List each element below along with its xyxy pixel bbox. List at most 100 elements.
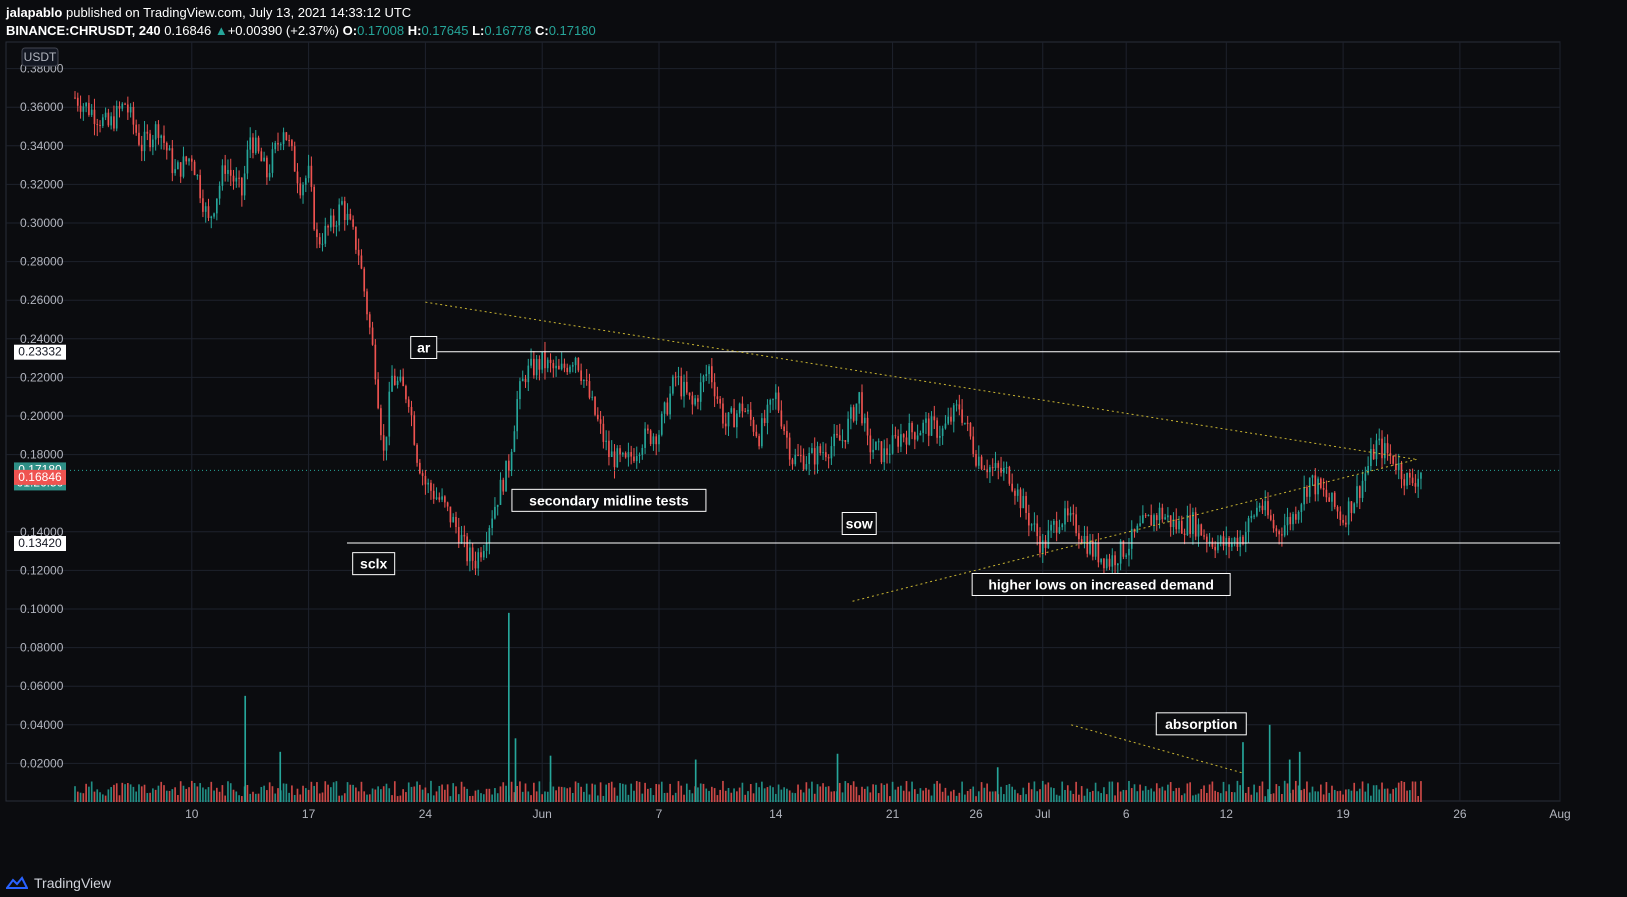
- candle-body: [352, 219, 354, 227]
- candle-body: [1406, 472, 1408, 486]
- plot-area[interactable]: [5, 41, 1561, 802]
- candle-body: [749, 409, 752, 420]
- volume-bar: [1236, 780, 1239, 802]
- candle-body: [90, 109, 93, 115]
- annotation-label: sclx: [360, 556, 387, 572]
- candle-body: [435, 497, 438, 499]
- candle-body: [716, 396, 719, 399]
- volume-bar: [349, 784, 352, 802]
- volume-bar: [199, 783, 201, 802]
- candle-body: [179, 162, 182, 177]
- candle-body: [752, 419, 755, 432]
- volume-bar: [466, 788, 468, 802]
- candle-body: [241, 177, 243, 196]
- volume-bar: [1189, 782, 1191, 802]
- volume-bar: [1058, 795, 1061, 802]
- volume-bar: [863, 788, 866, 802]
- volume-bar: [533, 782, 535, 802]
- candle-body: [407, 399, 410, 407]
- volume-bar: [274, 793, 277, 802]
- volume-bar: [1208, 784, 1211, 802]
- volume-bar: [1247, 786, 1250, 802]
- volume-bar: [602, 795, 605, 802]
- volume-bar: [282, 783, 285, 802]
- volume-bar: [1016, 793, 1019, 802]
- candle-body: [313, 186, 315, 230]
- candle-body: [1041, 540, 1044, 553]
- candle-body: [766, 404, 769, 423]
- candle-body: [738, 403, 741, 414]
- volume-bar: [1333, 789, 1336, 802]
- candle-body: [330, 215, 332, 228]
- price-chart[interactable]: 0.380000.360000.340000.320000.300000.280…: [0, 0, 1627, 897]
- candle-body: [872, 449, 874, 453]
- candle-body: [794, 454, 797, 465]
- candle-body: [891, 435, 894, 454]
- candle-body: [1097, 543, 1100, 563]
- candle-body: [947, 416, 950, 424]
- candle-body: [430, 482, 432, 491]
- volume-bar: [441, 784, 443, 802]
- volume-bar: [1303, 788, 1305, 802]
- volume-spike: [1288, 759, 1291, 802]
- candle-body: [802, 455, 805, 470]
- volume-bar: [121, 782, 124, 802]
- volume-bar: [318, 793, 321, 802]
- candle-body: [583, 380, 585, 382]
- volume-bar: [1094, 782, 1097, 802]
- volume-bar: [499, 786, 502, 802]
- x-tick-label: Aug: [1549, 807, 1570, 821]
- candle-body: [1094, 543, 1097, 557]
- volume-bar: [101, 794, 104, 802]
- candle-body: [989, 467, 991, 473]
- volume-bar: [886, 783, 888, 802]
- candle-body: [1228, 537, 1230, 547]
- candle-body: [861, 392, 863, 424]
- volume-bar: [1005, 785, 1008, 802]
- candle-body: [672, 376, 674, 394]
- candle-body: [1225, 537, 1228, 546]
- volume-bar: [688, 789, 691, 802]
- candle-body: [908, 422, 911, 445]
- x-tick-label: 26: [969, 807, 983, 821]
- volume-bar: [1358, 788, 1361, 802]
- candle-body: [774, 392, 777, 400]
- volume-bar: [752, 793, 755, 802]
- candle-body: [1069, 512, 1072, 516]
- volume-bar: [524, 783, 527, 802]
- volume-bar: [1100, 793, 1102, 802]
- candle-body: [227, 169, 229, 174]
- brand-label[interactable]: TradingView: [34, 875, 111, 891]
- volume-bar: [747, 791, 749, 802]
- volume-bar: [783, 787, 785, 802]
- volume-bar: [1256, 792, 1258, 802]
- volume-bar: [224, 795, 227, 802]
- volume-bar: [366, 794, 368, 802]
- candle-body: [1217, 542, 1219, 551]
- volume-bar: [660, 781, 663, 802]
- candle-body: [799, 455, 802, 457]
- volume-bar: [925, 787, 927, 802]
- candle-body: [349, 213, 352, 220]
- y-tick-label: 0.08000: [20, 641, 64, 655]
- volume-bar: [327, 784, 329, 802]
- volume-bar: [591, 783, 594, 802]
- candle-body: [647, 428, 649, 431]
- volume-bar: [663, 792, 666, 802]
- candle-body: [1117, 563, 1119, 566]
- candle-body: [1016, 489, 1019, 496]
- candle-body: [660, 413, 663, 435]
- volume-bar: [1039, 789, 1041, 802]
- volume-bar: [939, 783, 941, 802]
- candle-body: [421, 473, 424, 476]
- candle-body: [969, 422, 972, 437]
- candle-body: [944, 423, 947, 429]
- volume-bar: [235, 791, 238, 802]
- volume-bar: [861, 786, 863, 802]
- volume-bar: [685, 783, 688, 802]
- volume-bar: [221, 785, 224, 802]
- volume-bar: [1250, 794, 1253, 802]
- volume-bar: [755, 782, 758, 802]
- volume-bar: [271, 786, 274, 802]
- candle-body: [268, 172, 271, 178]
